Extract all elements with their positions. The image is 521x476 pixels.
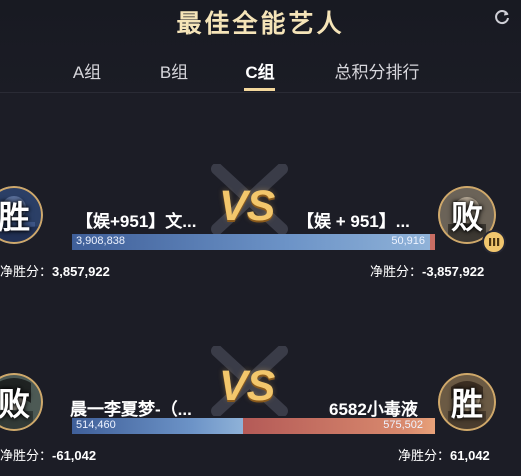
right-score: 575,502 [383,419,423,431]
left-score-fill [72,234,430,250]
left-player-avatar[interactable]: 败 [0,373,43,431]
vs-label: VS [219,362,275,410]
right-net-score: 净胜分：61,042 [398,445,490,464]
page-title: 最佳全能艺人 [176,10,345,38]
left-score: 3,908,838 [76,235,125,247]
win-label: 胜 [450,386,483,422]
right-score-fill [430,234,435,250]
score-bar: 3,908,838 50,916 [72,234,435,250]
match-card-1: VS 胜 【娱+951】文... 败 【娱 + 951】... 3,908,83… [0,164,521,282]
left-player-name[interactable]: 【娱+951】文... [76,207,196,232]
active-tab-indicator [244,88,275,91]
net-score-label: 净胜分： [0,448,53,463]
right-player-avatar[interactable]: 胜 [438,373,496,431]
vs-label: VS [219,182,275,230]
left-score: 514,460 [76,419,116,431]
net-score-label: 净胜分： [370,264,423,279]
net-score-value: -3,857,922 [422,264,485,279]
left-net-score: 净胜分：-61,042 [0,445,96,464]
tab-group-a[interactable]: A组 [73,58,101,83]
net-score-value: 3,857,922 [52,264,110,279]
match-card-2: VS 败 晨一李夏梦-（... 胜 6582小毒液 514,460 575,50… [0,346,521,464]
header: 最佳全能艺人 A组 B组 C组 总积分排行 [0,0,521,93]
loss-label: 败 [0,386,30,422]
tab-group-b[interactable]: B组 [160,58,188,83]
left-player-avatar[interactable]: 胜 [0,186,43,244]
refresh-icon[interactable] [493,8,511,26]
left-net-score: 净胜分：3,857,922 [0,261,110,280]
right-player-name[interactable]: 6582小毒液 [329,395,418,420]
live-icon [482,230,506,254]
net-score-label: 净胜分： [0,264,53,279]
win-label: 胜 [0,199,30,235]
score-bar: 514,460 575,502 [72,418,435,434]
tab-group-c[interactable]: C组 [245,58,274,83]
left-player-name[interactable]: 晨一李夏梦-（... [70,395,192,420]
right-score: 50,916 [391,235,425,247]
tab-total-ranking[interactable]: 总积分排行 [335,58,420,83]
right-player-name[interactable]: 【娱 + 951】... [297,207,410,232]
net-score-label: 净胜分： [398,448,451,463]
group-tabs: A组 B组 C组 总积分排行 [0,58,521,91]
net-score-value: 61,042 [450,448,490,463]
right-net-score: 净胜分：-3,857,922 [370,261,484,280]
net-score-value: -61,042 [52,448,97,463]
